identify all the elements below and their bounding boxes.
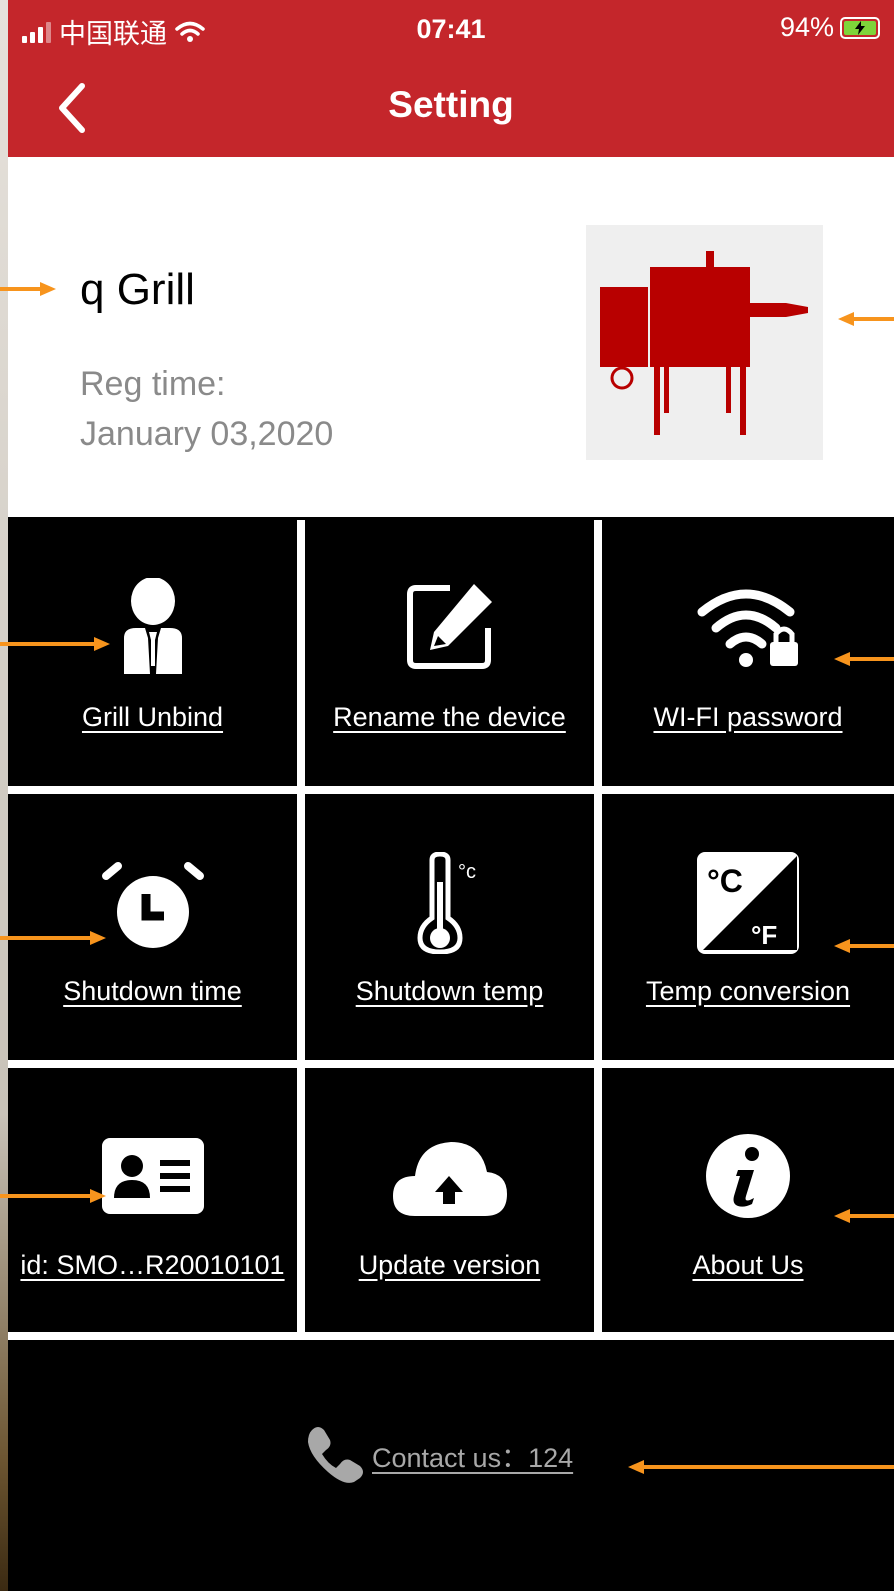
annotation-arrow: [0, 282, 56, 296]
tile-label[interactable]: id: SMO…R20010101: [8, 1250, 297, 1281]
tile-label[interactable]: Shutdown time: [8, 976, 297, 1007]
celsius-text: °C: [707, 863, 743, 899]
phone-screen: 中国联通 07:41 94% Setting q Grill Reg time:: [8, 0, 894, 1591]
thermometer-icon: °c: [416, 852, 476, 954]
fahrenheit-text: °F: [751, 920, 777, 950]
status-bar: 中国联通 07:41 94%: [8, 0, 894, 62]
grid-divider: [8, 1060, 894, 1068]
tile-label[interactable]: Rename the device: [305, 702, 594, 733]
battery-icon: [840, 16, 880, 39]
nav-bar: Setting: [8, 62, 894, 157]
status-right: 94%: [780, 12, 880, 43]
settings-grid: Grill Unbind Rename the device WI-FI pas…: [8, 520, 894, 1340]
celsius-fahrenheit-icon: °C °F: [697, 852, 799, 954]
id-card-icon: [101, 1138, 204, 1214]
reg-time-value: January 03,2020: [80, 415, 334, 453]
alarm-clock-icon: [101, 862, 204, 948]
annotation-arrow: [838, 312, 894, 326]
background-edge: [0, 0, 8, 1591]
annotation-arrow: [0, 931, 106, 945]
page-title: Setting: [388, 84, 514, 125]
tile-update-version[interactable]: Update version: [305, 1068, 594, 1332]
phone-icon: [308, 1427, 363, 1483]
grid-divider: [8, 786, 894, 794]
battery-percent: 94%: [779, 12, 834, 42]
annotation-arrow: [834, 652, 894, 666]
tile-label[interactable]: About Us: [602, 1250, 894, 1281]
tile-label[interactable]: Update version: [305, 1250, 594, 1281]
device-card: q Grill Reg time: January 03,2020: [8, 157, 894, 517]
reg-time-label: Reg time:: [80, 365, 226, 403]
status-time: 07:41: [416, 14, 486, 44]
contact-link[interactable]: Contact us：124: [304, 1424, 573, 1486]
annotation-arrow: [834, 1209, 894, 1223]
celsius-unit-text: °c: [458, 861, 476, 883]
smoker-grill-icon: [600, 251, 808, 435]
annotation-arrow: [0, 1189, 106, 1203]
device-name: q Grill: [80, 265, 195, 314]
charging-bolt-icon: [855, 20, 865, 35]
person-tie-icon: [123, 578, 182, 674]
annotation-arrow: [834, 939, 894, 953]
contact-text[interactable]: Contact us：124: [372, 1436, 573, 1475]
tile-shutdown-time[interactable]: Shutdown time: [8, 794, 297, 1058]
tile-about-us[interactable]: About Us: [602, 1068, 894, 1332]
edit-pencil-icon: [406, 584, 492, 669]
grill-image: [586, 225, 823, 460]
annotation-arrow: [0, 637, 110, 651]
grid-divider: [8, 1332, 894, 1340]
tile-rename-device[interactable]: Rename the device: [305, 520, 594, 784]
grid-divider: [297, 520, 305, 1332]
tile-temp-conversion[interactable]: °C °F Temp conversion: [602, 794, 894, 1058]
wifi-lock-icon: [697, 589, 798, 667]
tile-label[interactable]: WI-FI password: [602, 702, 894, 733]
grid-divider: [594, 520, 602, 1332]
tile-label[interactable]: Shutdown temp: [305, 976, 594, 1007]
info-icon: [706, 1134, 790, 1218]
tile-label[interactable]: Temp conversion: [602, 976, 894, 1007]
tile-shutdown-temp[interactable]: °c Shutdown temp: [305, 794, 594, 1058]
tile-label[interactable]: Grill Unbind: [8, 702, 297, 733]
annotation-arrow: [628, 1460, 894, 1474]
cloud-upload-icon: [392, 1142, 507, 1216]
